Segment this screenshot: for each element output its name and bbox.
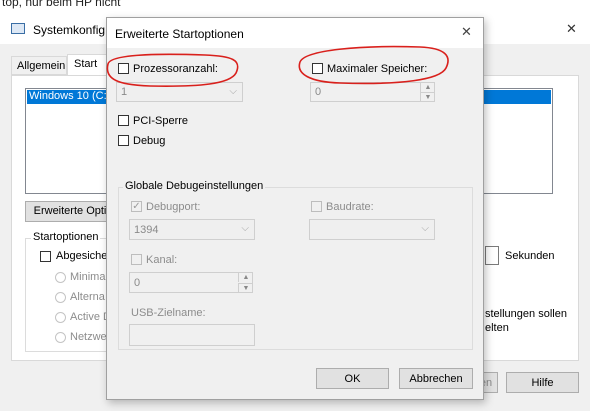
annotation-circle-processor: [106, 53, 239, 87]
annotation-circle-memory: [298, 45, 449, 85]
red-annotation-overlay: [106, 45, 449, 87]
